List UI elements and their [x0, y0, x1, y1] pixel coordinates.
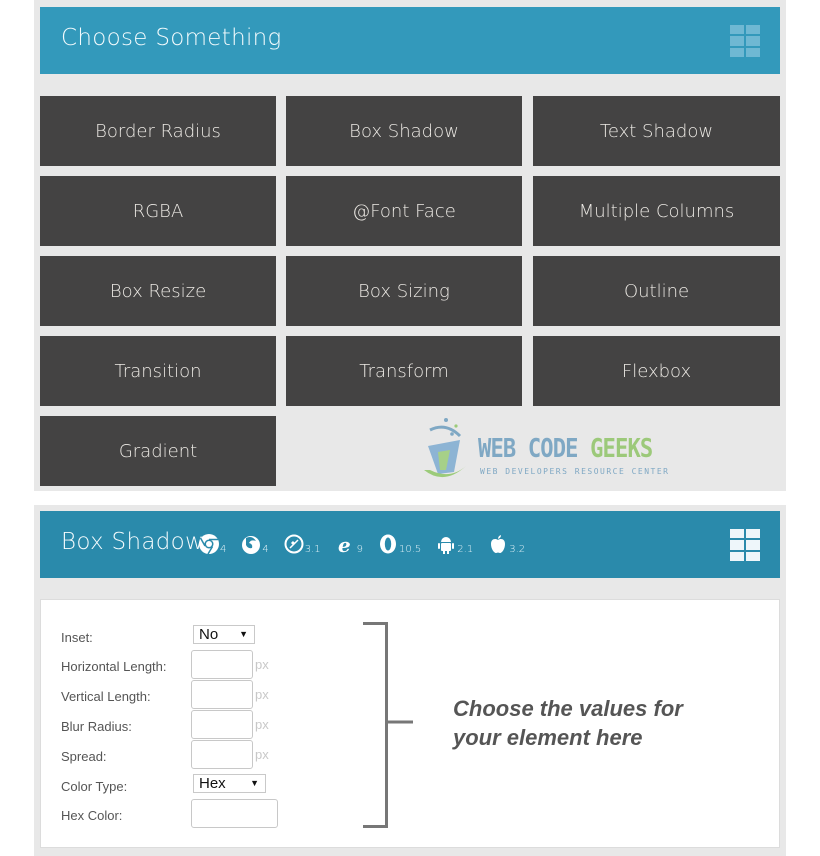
color-type-select-value: Hex — [199, 775, 226, 792]
blur-radius-unit: px — [255, 717, 269, 732]
editor-header: Box Shadow 4 4 3.1 e 9 10.5 2.1 3.2 — [40, 511, 780, 578]
opera-icon — [380, 534, 397, 554]
chooser-title: Choose Something — [61, 25, 282, 51]
android-version: 2.1 — [457, 544, 474, 555]
horizontal-length-input[interactable] — [191, 650, 253, 679]
svg-text:e: e — [338, 533, 351, 555]
horizontal-length-unit: px — [255, 657, 269, 672]
browser-support-safari: 3.1 — [283, 533, 321, 555]
chrome-icon — [199, 534, 219, 555]
tile-box-resize[interactable]: Box Resize — [40, 256, 276, 326]
browser-support-list: 4 4 3.1 e 9 10.5 2.1 3.2 — [198, 533, 525, 555]
tile-rgba[interactable]: RGBA — [40, 176, 276, 246]
chooser-header: Choose Something — [40, 7, 780, 74]
web-code-geeks-logo: WEB CODE GEEKS WEB DEVELOPERS RESOURCE C… — [420, 412, 668, 482]
blur-radius-label: Blur Radius: — [61, 719, 132, 734]
ie-icon: e — [338, 533, 351, 555]
android-icon — [438, 537, 455, 554]
safari-version: 3.1 — [304, 544, 321, 555]
logo-name: WEB CODE GEEKS — [478, 434, 653, 464]
logo-name-part1: WEB CODE — [478, 434, 591, 464]
inset-select[interactable]: No ▼ — [193, 625, 255, 644]
tile-box-sizing[interactable]: Box Sizing — [286, 256, 522, 326]
chooser-panel: Choose Something Border Radius Box Shado… — [34, 0, 786, 491]
ie-version: 9 — [356, 544, 364, 555]
spread-label: Spread: — [61, 749, 107, 764]
browser-support-ie: e 9 — [335, 533, 363, 555]
instruction-text: Choose the values for your element here — [453, 694, 683, 752]
vertical-length-unit: px — [255, 687, 269, 702]
tile-box-shadow[interactable]: Box Shadow — [286, 96, 522, 166]
color-type-label: Color Type: — [61, 779, 128, 794]
browser-support-firefox: 4 — [240, 533, 269, 555]
browser-support-chrome: 4 — [198, 533, 226, 555]
inset-label: Inset: — [61, 630, 93, 645]
tile-outline[interactable]: Outline — [533, 256, 780, 326]
logo-tagline: WEB DEVELOPERS RESOURCE CENTER — [480, 467, 670, 476]
spread-unit: px — [255, 747, 269, 762]
editor-title: Box Shadow — [61, 529, 205, 555]
dropdown-arrow-icon: ▼ — [239, 629, 248, 639]
instruction-line-2: your element here — [453, 725, 643, 750]
browser-support-opera: 10.5 — [377, 533, 421, 555]
instruction-line-1: Choose the values for — [453, 696, 683, 721]
blur-radius-input[interactable] — [191, 710, 253, 739]
tile-multiple-columns[interactable]: Multiple Columns — [533, 176, 780, 246]
bracket-divider — [363, 622, 413, 828]
horizontal-length-label: Horizontal Length: — [61, 659, 167, 674]
logo-cup-icon — [424, 418, 466, 478]
tile-transform[interactable]: Transform — [286, 336, 522, 406]
tile-flexbox[interactable]: Flexbox — [533, 336, 780, 406]
safari-icon — [284, 534, 304, 554]
firefox-version: 4 — [262, 544, 269, 555]
inset-select-value: No — [199, 626, 219, 643]
apple-icon — [491, 535, 506, 553]
tile-text-shadow[interactable]: Text Shadow — [533, 96, 780, 166]
hex-color-input[interactable] — [191, 799, 278, 828]
grid-menu-icon[interactable] — [730, 25, 760, 57]
opera-version: 10.5 — [399, 544, 422, 555]
grid-menu-icon[interactable] — [730, 529, 760, 561]
firefox-icon — [242, 536, 261, 554]
logo-name-part2: GEEKS — [590, 434, 653, 464]
spread-input[interactable] — [191, 740, 253, 769]
vertical-length-label: Vertical Length: — [61, 689, 151, 704]
color-type-select[interactable]: Hex ▼ — [193, 774, 266, 793]
ios-version: 3.2 — [509, 544, 526, 555]
editor-panel: Box Shadow 4 4 3.1 e 9 10.5 2.1 3.2 Inse… — [34, 505, 786, 856]
vertical-length-input[interactable] — [191, 680, 253, 709]
dropdown-arrow-icon: ▼ — [250, 778, 259, 788]
hex-color-label: Hex Color: — [61, 808, 123, 823]
browser-support-ios: 3.2 — [487, 533, 525, 555]
chrome-version: 4 — [220, 544, 227, 555]
tile-gradient[interactable]: Gradient — [40, 416, 276, 486]
box-shadow-form-area: Inset: No ▼ Horizontal Length: px Vertic… — [40, 599, 780, 848]
browser-support-android: 2.1 — [435, 533, 473, 555]
tile-transition[interactable]: Transition — [40, 336, 276, 406]
tile-font-face[interactable]: @Font Face — [286, 176, 522, 246]
tile-border-radius[interactable]: Border Radius — [40, 96, 276, 166]
